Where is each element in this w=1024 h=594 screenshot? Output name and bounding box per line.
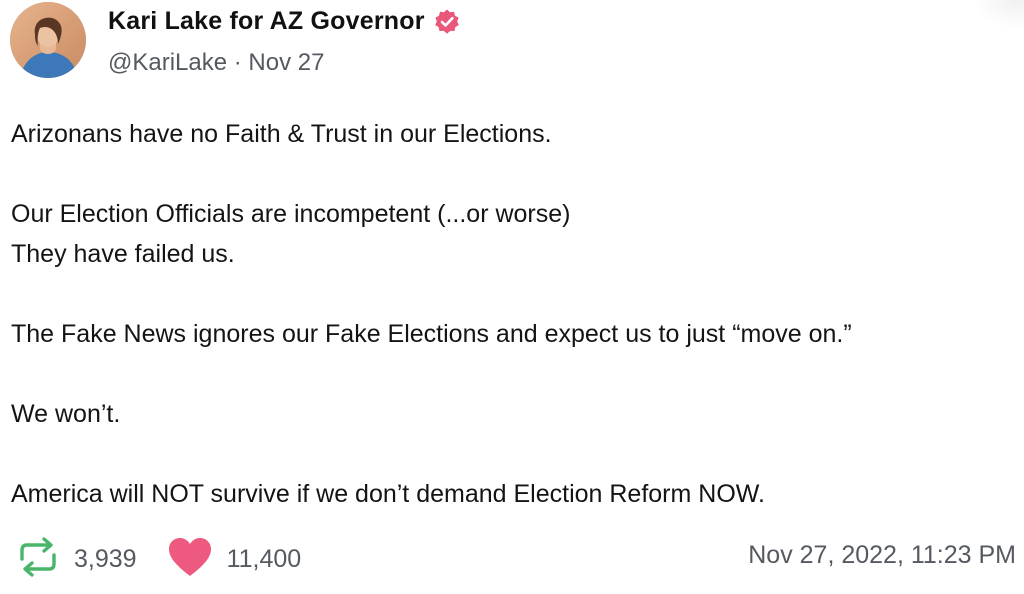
post-line-blank [11, 434, 1011, 474]
handle-and-date[interactable]: @KariLake · Nov 27 [108, 49, 324, 77]
like-count: 11,400 [226, 544, 302, 573]
action-bar: 3,939 11,400 [16, 536, 301, 582]
author-row: Kari Lake for AZ Governor [108, 6, 461, 36]
post-body: Arizonans have no Faith & Trust in our E… [11, 114, 1011, 514]
post-line: America will NOT survive if we don’t dem… [11, 480, 765, 508]
post-line: The Fake News ignores our Fake Elections… [11, 320, 852, 348]
verified-badge-icon [433, 8, 461, 36]
repost-count: 3,939 [74, 544, 137, 573]
repost-icon [16, 535, 60, 584]
like-button[interactable]: 11,400 [167, 536, 302, 583]
heart-icon [167, 536, 213, 583]
author-name[interactable]: Kari Lake for AZ Governor [108, 7, 425, 36]
timestamp[interactable]: Nov 27, 2022, 11:23 PM [748, 541, 1016, 570]
post-line: Our Election Officials are incompetent (… [11, 200, 571, 228]
avatar[interactable] [10, 2, 86, 78]
corner-shadow [974, 0, 1024, 30]
post-line: Arizonans have no Faith & Trust in our E… [11, 120, 552, 148]
post-line-blank [11, 354, 1011, 394]
repost-button[interactable]: 3,939 [16, 535, 137, 584]
post-line: They have failed us. [11, 240, 235, 268]
post-line-blank [11, 274, 1011, 314]
post-line: We won’t. [11, 400, 121, 428]
post-line-blank [11, 154, 1011, 194]
